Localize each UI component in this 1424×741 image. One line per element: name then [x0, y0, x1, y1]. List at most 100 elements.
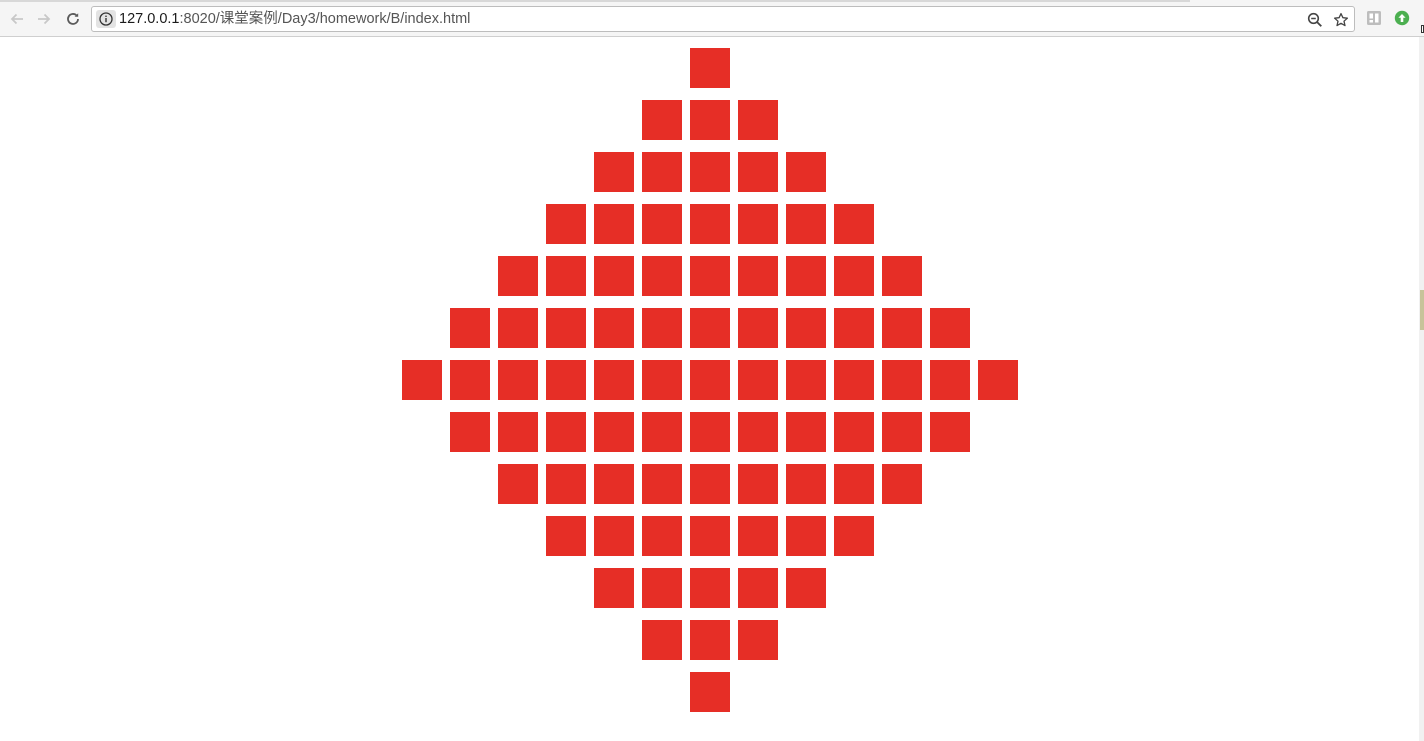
scrollbar-thumb[interactable] [1420, 290, 1424, 330]
red-square [593, 256, 634, 296]
red-square [737, 620, 778, 660]
red-square [545, 516, 586, 556]
upload-extension-button[interactable] [1393, 9, 1411, 27]
red-square [593, 360, 634, 400]
red-square [689, 516, 730, 556]
red-square [497, 464, 538, 504]
diamond-row [0, 308, 1419, 348]
red-square [881, 256, 922, 296]
diamond-row [0, 48, 1419, 88]
reload-button[interactable] [62, 8, 84, 30]
scrollbar-track[interactable] [1419, 37, 1424, 741]
red-square [881, 360, 922, 400]
red-square [737, 204, 778, 244]
red-square [641, 568, 682, 608]
diamond-row [0, 620, 1419, 660]
red-square [833, 204, 874, 244]
red-square [401, 360, 442, 400]
red-square [929, 360, 970, 400]
page-load-indicator [0, 0, 1190, 2]
zoom-button[interactable] [1306, 11, 1324, 29]
diamond-row [0, 204, 1419, 244]
red-square [641, 152, 682, 192]
diamond-row [0, 568, 1419, 608]
red-square [641, 412, 682, 452]
red-square [833, 464, 874, 504]
red-square [497, 412, 538, 452]
red-square [689, 412, 730, 452]
red-square [689, 464, 730, 504]
diamond-row [0, 516, 1419, 556]
address-bar[interactable]: 127.0.0.1:8020/课堂案例/Day3/homework/B/inde… [91, 6, 1355, 32]
diamond-row [0, 360, 1419, 400]
red-square [785, 360, 826, 400]
red-square [785, 308, 826, 348]
site-info-button[interactable] [96, 10, 116, 28]
red-square [881, 308, 922, 348]
red-square [689, 152, 730, 192]
red-square [785, 412, 826, 452]
red-square [641, 516, 682, 556]
red-square [977, 360, 1018, 400]
red-square [641, 464, 682, 504]
red-square [689, 308, 730, 348]
bookmark-button[interactable] [1332, 11, 1350, 29]
diamond-row [0, 152, 1419, 192]
red-square [785, 516, 826, 556]
back-button[interactable] [6, 8, 28, 30]
red-square [689, 48, 730, 88]
forward-button[interactable] [33, 8, 55, 30]
red-square [833, 308, 874, 348]
red-square [737, 256, 778, 296]
red-square [641, 100, 682, 140]
red-square [689, 360, 730, 400]
diamond-row [0, 672, 1419, 712]
extension-icon [1367, 11, 1381, 25]
red-square [497, 256, 538, 296]
url-text[interactable]: 127.0.0.1:8020/课堂案例/Day3/homework/B/inde… [119, 11, 470, 28]
red-square [737, 516, 778, 556]
red-square [641, 620, 682, 660]
red-square [689, 100, 730, 140]
browser-toolbar: 127.0.0.1:8020/课堂案例/Day3/homework/B/inde… [0, 0, 1424, 37]
zoom-out-icon [1307, 12, 1322, 27]
red-square [593, 412, 634, 452]
red-square [593, 308, 634, 348]
red-square [737, 412, 778, 452]
url-host: 127.0.0.1 [119, 11, 180, 27]
red-square [545, 464, 586, 504]
diamond-row [0, 412, 1419, 452]
red-square [737, 100, 778, 140]
red-square [497, 308, 538, 348]
red-square [881, 412, 922, 452]
red-square [593, 152, 634, 192]
red-square [833, 412, 874, 452]
red-square [833, 360, 874, 400]
red-square [593, 516, 634, 556]
red-square [833, 256, 874, 296]
info-icon [99, 12, 113, 26]
red-square [449, 360, 490, 400]
red-square [641, 308, 682, 348]
diamond-row [0, 100, 1419, 140]
red-square [929, 412, 970, 452]
red-square [929, 308, 970, 348]
url-path: :8020/课堂案例/Day3/homework/B/index.html [179, 11, 471, 27]
red-square [641, 256, 682, 296]
red-square [689, 568, 730, 608]
red-square [449, 308, 490, 348]
red-square [833, 516, 874, 556]
reload-icon [67, 13, 79, 25]
red-square [545, 256, 586, 296]
red-square [641, 360, 682, 400]
diamond-row [0, 256, 1419, 296]
red-square [785, 464, 826, 504]
red-square [593, 464, 634, 504]
arrow-left-icon [10, 13, 23, 25]
upload-arrow-icon [1394, 10, 1410, 26]
red-square [785, 204, 826, 244]
extension-button[interactable] [1365, 9, 1383, 27]
red-square [881, 464, 922, 504]
red-square [785, 152, 826, 192]
red-square [737, 568, 778, 608]
